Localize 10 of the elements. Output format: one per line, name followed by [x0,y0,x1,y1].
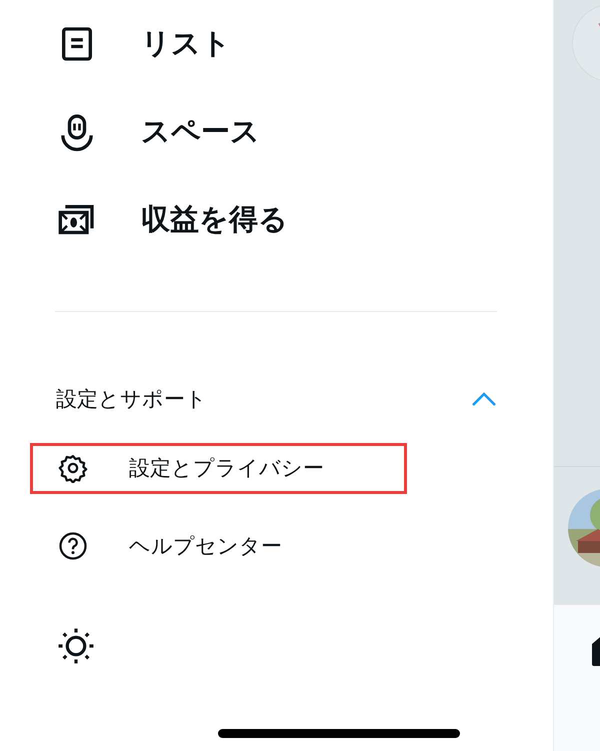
section-header[interactable]: 設定とサポート [0,369,553,429]
menu-item[interactable]: スペース [141,112,260,152]
settings-icon [58,453,88,483]
menu-item[interactable]: ヘルプセンター [129,532,282,560]
menu-item[interactable]: 設定とプライバシー [129,454,324,482]
chevron-up-icon [471,391,497,407]
menu-item[interactable]: 収益を得る [141,200,288,240]
sun-icon [57,627,95,665]
help-icon [58,531,88,561]
menu-item[interactable]: リスト [141,24,231,64]
